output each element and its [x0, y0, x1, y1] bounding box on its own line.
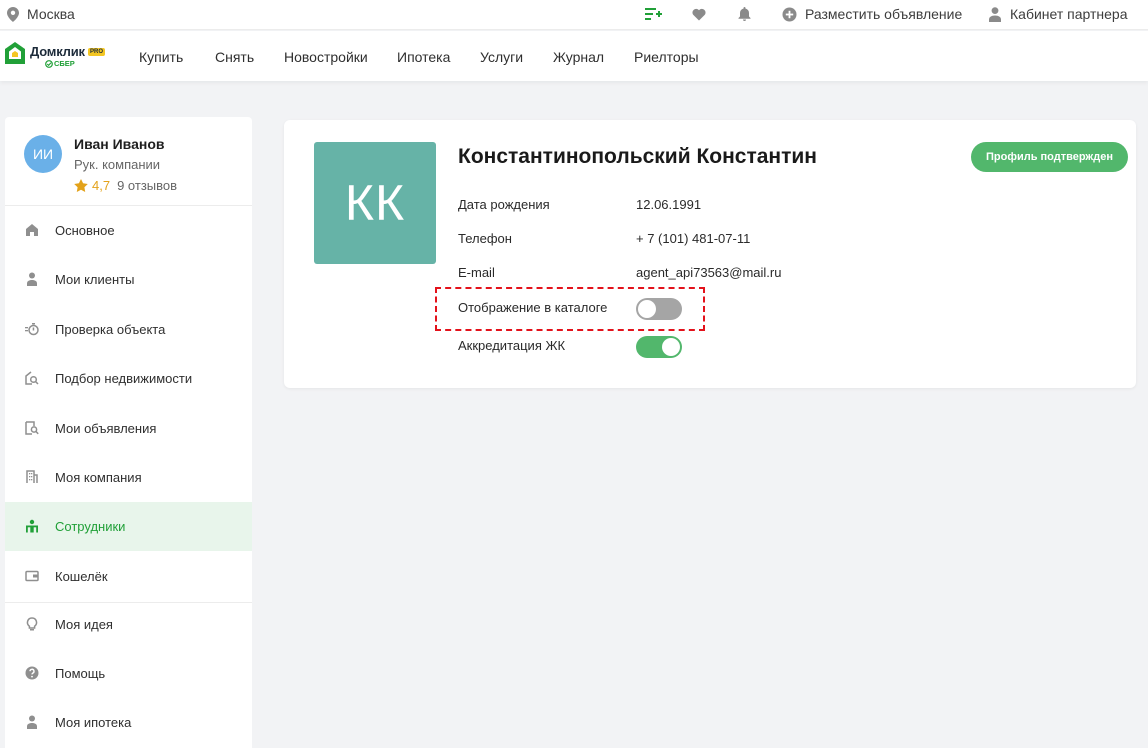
logo-pro-badge: PRO	[88, 48, 106, 56]
nav-rent[interactable]: Снять	[215, 49, 254, 65]
location-icon	[7, 6, 19, 22]
sidebar-item-property-search[interactable]: Подбор недвижимости	[5, 354, 252, 403]
sidebar-item-label: Моя ипотека	[55, 715, 132, 730]
profile-verified-badge[interactable]: Профиль подтвержден	[971, 142, 1128, 172]
sidebar-item-label: Кошелёк	[55, 569, 108, 584]
sidebar-item-label: Основное	[55, 223, 115, 238]
accreditation-label: Аккредитация ЖК	[458, 338, 566, 353]
post-ad-label: Разместить объявление	[805, 6, 963, 22]
partner-cabinet-label: Кабинет партнера	[1010, 6, 1128, 22]
sidebar-item-employees[interactable]: Сотрудники	[5, 502, 252, 551]
plus-circle-icon	[782, 7, 797, 21]
logo-sber-text: СБЕР	[54, 59, 75, 68]
employee-full-name: Константинопольский Константин	[458, 145, 817, 168]
compare-list-button[interactable]	[645, 0, 662, 28]
sber-icon	[45, 60, 53, 68]
sidebar-item-label: Мои клиенты	[55, 272, 135, 287]
top-bar: Москва Разместить объявление Кабинет пар…	[0, 0, 1148, 30]
user-role: Рук. компании	[74, 157, 161, 172]
user-avatar[interactable]: ИИ	[24, 135, 62, 173]
domclick-logo[interactable]: Домклик PRO СБЕР	[5, 41, 106, 71]
sidebar-item-label: Сотрудники	[55, 519, 126, 534]
list-add-icon	[645, 8, 662, 20]
home-icon	[26, 224, 38, 236]
heart-icon	[692, 8, 706, 20]
sidebar-item-clients[interactable]: Мои клиенты	[5, 255, 252, 304]
nav-realtors[interactable]: Риелторы	[634, 49, 699, 65]
check-object-icon	[25, 323, 39, 336]
sidebar-item-my-company[interactable]: Моя компания	[5, 453, 252, 502]
sidebar-item-main[interactable]: Основное	[5, 206, 252, 255]
sidebar-item-wallet[interactable]: Кошелёк	[5, 552, 252, 601]
partner-cabinet-button[interactable]: Кабинет партнера	[989, 0, 1127, 28]
employees-icon	[26, 519, 38, 533]
nav-buy[interactable]: Купить	[139, 49, 183, 65]
rating-value: 4,7	[92, 178, 111, 193]
sidebar-item-label: Подбор недвижимости	[55, 371, 193, 386]
house-search-icon	[25, 371, 39, 385]
sidebar-item-object-check[interactable]: Проверка объекта	[5, 305, 252, 354]
phone-value: + 7 (101) 481-07-11	[636, 231, 751, 246]
city-selector[interactable]: Москва	[7, 0, 75, 28]
user-rating[interactable]: 4,7 9 отзывов	[74, 178, 177, 193]
toggle-knob	[638, 300, 656, 318]
nav-journal[interactable]: Журнал	[553, 49, 604, 65]
sidebar-item-my-mortgage[interactable]: Моя ипотека	[5, 698, 252, 747]
user-name: Иван Иванов	[74, 136, 165, 152]
main-navigation: Домклик PRO СБЕР Купить Снять Новостройк…	[0, 31, 1148, 81]
email-label: E-mail	[458, 265, 495, 280]
sidebar-item-help[interactable]: Помощь	[5, 649, 252, 698]
building-icon	[26, 470, 38, 483]
wallet-icon	[25, 570, 39, 582]
sidebar-item-my-idea[interactable]: Моя идея	[5, 600, 252, 649]
person-icon	[27, 272, 37, 286]
nav-services[interactable]: Услуги	[480, 49, 523, 65]
sidebar-item-label: Проверка объекта	[55, 322, 166, 337]
notifications-button[interactable]	[738, 0, 751, 28]
accreditation-toggle[interactable]	[636, 336, 682, 358]
email-value: agent_api73563@mail.ru	[636, 265, 782, 280]
star-icon	[74, 179, 88, 192]
document-search-icon	[25, 421, 39, 435]
person-icon	[27, 715, 37, 729]
sidebar-item-my-ads[interactable]: Мои объявления	[5, 404, 252, 453]
nav-new-buildings[interactable]: Новостройки	[284, 49, 368, 65]
sidebar-item-label: Помощь	[55, 666, 106, 681]
toggle-knob	[662, 338, 680, 356]
phone-label: Телефон	[458, 231, 512, 246]
lightbulb-icon	[26, 617, 38, 631]
sidebar-item-label: Моя компания	[55, 470, 142, 485]
reviews-count: 9 отзывов	[117, 178, 178, 193]
favorites-button[interactable]	[692, 0, 706, 28]
sidebar: ИИ Иван Иванов Рук. компании 4,7 9 отзыв…	[5, 117, 252, 748]
catalog-display-label: Отображение в каталоге	[458, 300, 608, 315]
logo-wordmark: Домклик	[30, 44, 85, 59]
bell-icon	[738, 7, 751, 21]
catalog-display-toggle[interactable]	[636, 298, 682, 320]
post-ad-button[interactable]: Разместить объявление	[782, 0, 962, 28]
house-logo-icon	[5, 42, 25, 64]
help-icon	[25, 666, 39, 680]
sidebar-item-label: Моя идея	[55, 617, 113, 632]
employee-avatar: КК	[314, 142, 436, 264]
birth-date-label: Дата рождения	[458, 197, 550, 212]
nav-mortgage[interactable]: Ипотека	[397, 49, 450, 65]
city-label: Москва	[27, 6, 75, 22]
sidebar-item-label: Мои объявления	[55, 421, 157, 436]
employee-profile-card: КК Константинопольский Константин Профил…	[284, 120, 1136, 388]
user-icon	[989, 6, 1001, 22]
birth-date-value: 12.06.1991	[636, 197, 702, 212]
